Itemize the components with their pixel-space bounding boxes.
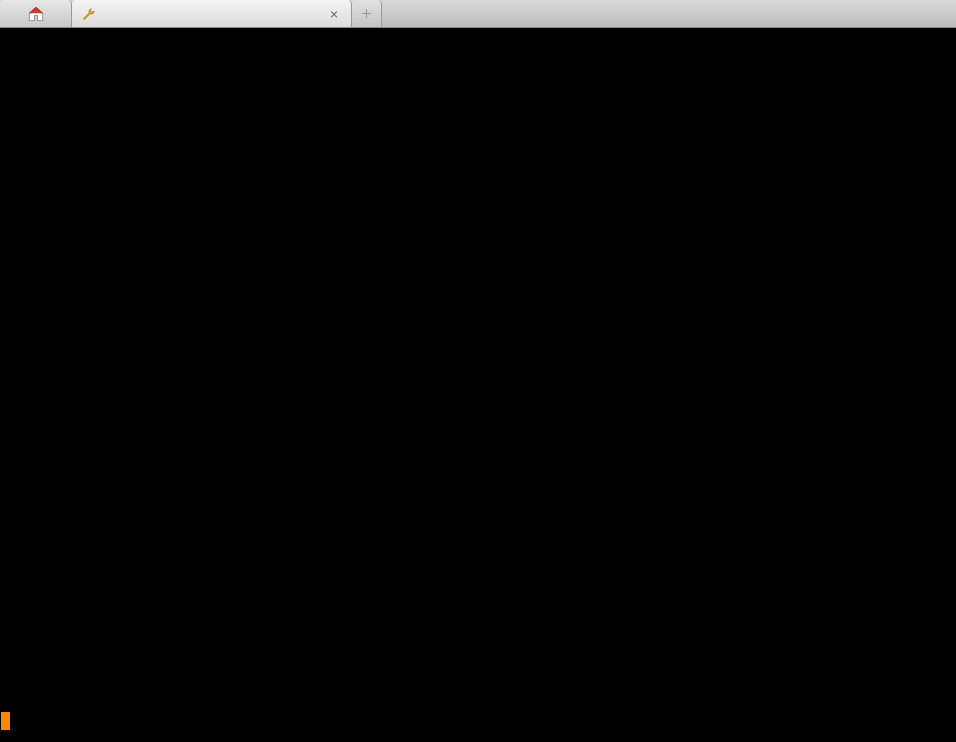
home-icon xyxy=(27,5,45,23)
new-tab-button[interactable] xyxy=(352,0,382,27)
terminal-output[interactable] xyxy=(0,28,956,742)
tab-bar: × xyxy=(0,0,956,28)
close-icon[interactable]: × xyxy=(327,7,341,21)
wrench-icon xyxy=(82,7,96,21)
tab-terminal[interactable]: × xyxy=(72,0,352,27)
home-tab[interactable] xyxy=(0,0,72,27)
terminal-cursor xyxy=(1,712,10,730)
plus-icon xyxy=(360,7,373,20)
